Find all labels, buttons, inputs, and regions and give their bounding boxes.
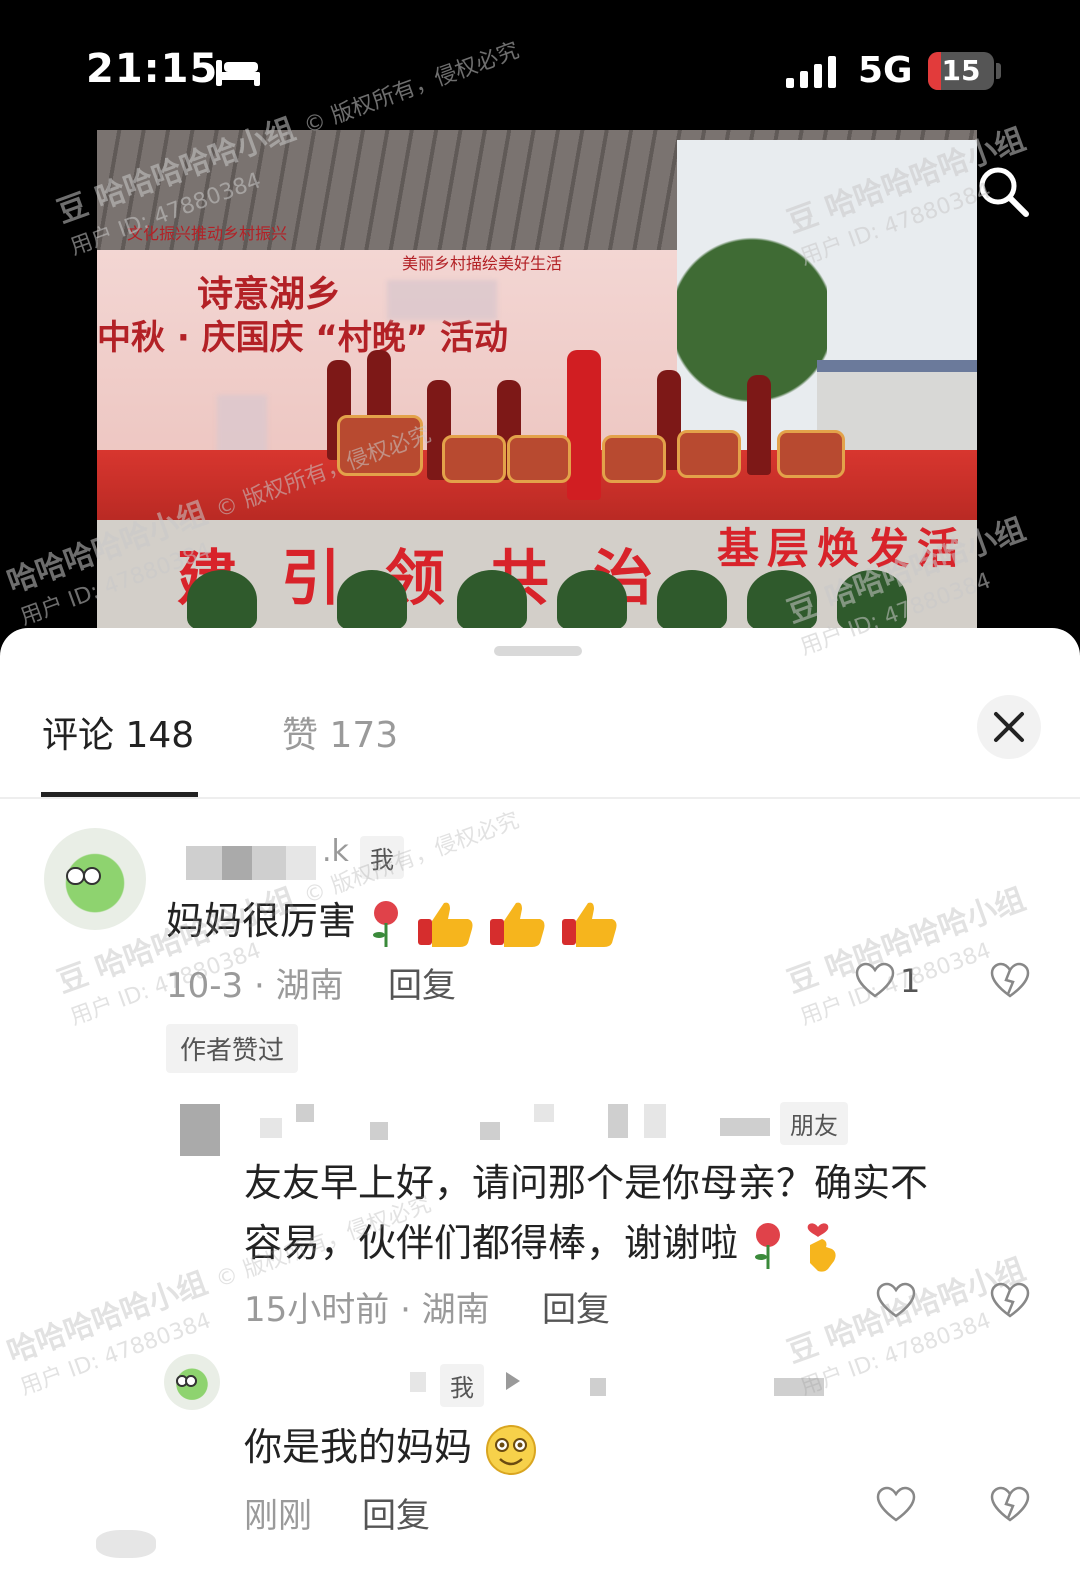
author-liked-badge: 作者赞过 [166,1024,299,1073]
status-bar: 21:15 5G 15 [0,0,1080,130]
close-icon [994,712,1024,742]
dislike-icon[interactable] [990,1282,1030,1320]
smile-emoji-icon [486,1424,537,1475]
status-time: 21:15 [86,46,219,92]
close-button[interactable] [977,695,1041,759]
drum [507,435,571,483]
comment-text: 妈妈很厉害 [166,890,620,949]
comment-sheet: 评论 148 赞 173 .k 我 妈妈很厉害 10-3 · 湖南 回复 1 作… [0,628,1080,1575]
heart-icon[interactable] [855,962,895,1000]
drum [602,435,666,483]
blurred-region [217,395,267,455]
lead-performer [567,350,601,500]
heart-icon[interactable] [876,1282,916,1320]
drum [442,435,506,483]
blurred-username [410,1372,426,1392]
thumbs-up-icon [418,902,473,947]
reply-button[interactable]: 回复 [362,1488,430,1537]
network-type: 5G [858,50,913,91]
like-count: 1 [900,962,921,1000]
poster-line2: 美丽乡村描绘美好生活 [402,254,563,273]
avatar[interactable] [44,828,146,930]
blurred-username [260,1118,282,1138]
bed-icon [216,60,260,86]
comment-time-location: 15小时前 · 湖南 [244,1290,490,1330]
stage-slogan-right: 基层焕发活 [717,524,968,573]
comment-time-location: 10-3 · 湖南 [166,966,344,1006]
thumbs-up-icon [490,902,545,947]
avatar[interactable] [180,1104,220,1156]
username-tail: .k [322,834,349,869]
search-icon[interactable] [976,164,1030,218]
signal-icon [786,56,836,88]
battery-icon: 15 [928,52,994,90]
blurred-avatar [96,1530,156,1558]
self-tag: 我 [360,836,404,879]
dislike-icon[interactable] [990,962,1030,1000]
dislike-icon[interactable] [990,1486,1030,1524]
poster-line1: 文化振兴推动乡村振兴 [127,224,288,243]
avatar[interactable] [164,1354,220,1410]
blurred-region [387,280,497,320]
finger-heart-icon [807,1222,836,1272]
reply-button[interactable]: 回复 [542,1282,610,1331]
reply-arrow-icon [506,1372,520,1390]
drum [337,415,423,476]
comment-text: 你是我的妈妈 [244,1416,538,1477]
drum [677,430,741,478]
heart-icon[interactable] [876,1486,916,1524]
comment-time: 刚刚 [244,1496,312,1536]
reply-button[interactable]: 回复 [388,958,456,1007]
blurred-username [186,846,222,880]
comment-text-line2: 容易，伙伴们都得棒，谢谢啦 [244,1212,844,1273]
thumbs-up-icon [562,902,617,947]
friend-tag: 朋友 [780,1102,848,1145]
battery-level: 15 [941,54,981,87]
drag-handle[interactable] [494,646,582,656]
self-tag: 我 [440,1364,484,1407]
video-player[interactable]: 文化振兴推动乡村振兴 美丽乡村描绘美好生活 诗意湖乡 中秋 · 庆国庆 “村晚”… [97,130,977,630]
tab-likes[interactable]: 赞 173 [282,706,398,758]
rose-icon [755,1222,781,1269]
comment-text-line1: 友友早上好，请问那个是你母亲？确实不 [244,1161,929,1205]
drum [777,430,845,478]
rose-icon [373,900,399,947]
tab-comments[interactable]: 评论 148 [42,706,194,758]
